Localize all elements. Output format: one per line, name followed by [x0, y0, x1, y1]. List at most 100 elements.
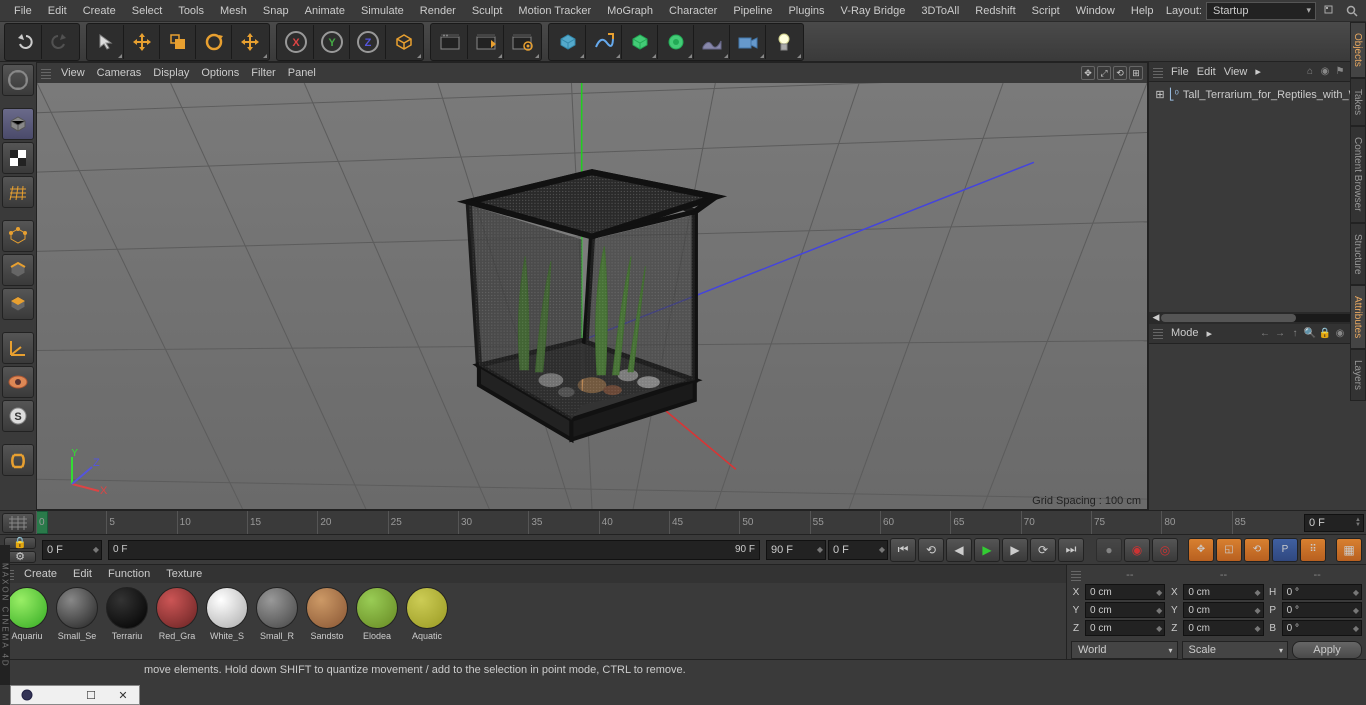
goto-prevkey-button[interactable]: ⟲: [918, 538, 944, 562]
material-item[interactable]: Elodea: [354, 587, 400, 655]
coord-size-field[interactable]: 0 cm◆: [1183, 602, 1263, 618]
mat-texture-menu[interactable]: Texture: [160, 568, 208, 580]
add-deformer-button[interactable]: [658, 25, 694, 59]
material-item[interactable]: Aquatic: [404, 587, 450, 655]
timeline-ruler[interactable]: 051015202530354045505560657075808590 0 F…: [0, 510, 1366, 534]
live-select-tool[interactable]: [88, 25, 124, 59]
menu-render[interactable]: Render: [412, 5, 464, 17]
menu-simulate[interactable]: Simulate: [353, 5, 412, 17]
menu-dtoall[interactable]: 3DToAll: [913, 5, 967, 17]
coord-size-field[interactable]: 0 cm◆: [1183, 620, 1263, 636]
menu-edit[interactable]: Edit: [40, 5, 75, 17]
z-axis-lock[interactable]: Z: [350, 25, 386, 59]
record-button[interactable]: ●: [1096, 538, 1122, 562]
render-view-button[interactable]: [432, 25, 468, 59]
side-tab-takes[interactable]: Takes: [1350, 78, 1366, 126]
points-mode-button[interactable]: [2, 220, 34, 252]
side-tab-layers[interactable]: Layers: [1350, 349, 1366, 401]
snap-button[interactable]: S: [2, 400, 34, 432]
menu-help[interactable]: Help: [1123, 5, 1162, 17]
material-item[interactable]: Red_Gra: [154, 587, 200, 655]
redo-button[interactable]: [42, 25, 78, 59]
expand-icon[interactable]: ⊞: [1155, 88, 1165, 101]
range-start-field[interactable]: 0 F◆: [42, 540, 102, 560]
key-rot-button[interactable]: ⟲: [1244, 538, 1270, 562]
menu-mesh[interactable]: Mesh: [212, 5, 255, 17]
objects-more-icon[interactable]: ▸: [1255, 65, 1261, 78]
model-mode-button[interactable]: [2, 108, 34, 140]
menu-window[interactable]: Window: [1068, 5, 1123, 17]
side-tab-content-browser[interactable]: Content Browser: [1350, 126, 1366, 222]
mat-edit-menu[interactable]: Edit: [67, 568, 98, 580]
vp-nav-zoom-icon[interactable]: ⤢: [1097, 66, 1111, 80]
material-item[interactable]: Small_R: [254, 587, 300, 655]
viewport-canvas[interactable]: Y X Z Grid Spacing : 100 cm: [37, 83, 1147, 509]
grip-icon[interactable]: [41, 67, 51, 79]
menu-snap[interactable]: Snap: [255, 5, 297, 17]
add-camera-button[interactable]: [730, 25, 766, 59]
coord-pos-field[interactable]: 0 cm◆: [1085, 620, 1165, 636]
side-tab-objects[interactable]: Objects: [1350, 22, 1366, 78]
material-item[interactable]: Terrariu: [104, 587, 150, 655]
menu-sculpt[interactable]: Sculpt: [464, 5, 511, 17]
vp-menu-options[interactable]: Options: [195, 67, 245, 79]
menu-vraybridge[interactable]: V-Ray Bridge: [833, 5, 914, 17]
menu-pipeline[interactable]: Pipeline: [725, 5, 780, 17]
locked-workplane-button[interactable]: [2, 444, 34, 476]
viewport-solo-button[interactable]: [2, 366, 34, 398]
add-generator-button[interactable]: [622, 25, 658, 59]
close-icon[interactable]: ✕: [107, 686, 139, 704]
objects-scrollbar[interactable]: ◀▶: [1149, 312, 1366, 324]
content-search-icon[interactable]: [1322, 3, 1338, 19]
menu-select[interactable]: Select: [124, 5, 171, 17]
side-tab-structure[interactable]: Structure: [1350, 223, 1366, 286]
menu-script[interactable]: Script: [1024, 5, 1068, 17]
object-tree-item[interactable]: ⊞ ⎣⁰ Tall_Terrarium_for_Reptiles_with_W: [1153, 86, 1362, 103]
attr-lock-icon[interactable]: 🔒: [1318, 326, 1332, 340]
goto-frame-field[interactable]: 0 F◆: [828, 540, 888, 560]
y-axis-lock[interactable]: Y: [314, 25, 350, 59]
goto-end-button[interactable]: ⏭: [1058, 538, 1084, 562]
attr-nav-back-icon[interactable]: ←: [1258, 326, 1272, 340]
grip-icon[interactable]: [1153, 327, 1163, 339]
material-item[interactable]: Small_Se: [54, 587, 100, 655]
undo-button[interactable]: [6, 25, 42, 59]
add-environment-button[interactable]: [694, 25, 730, 59]
apply-button[interactable]: Apply: [1292, 641, 1362, 659]
material-item[interactable]: Aquariu: [4, 587, 50, 655]
attr-nav-up-icon[interactable]: ↑: [1288, 326, 1302, 340]
make-editable-button[interactable]: [2, 64, 34, 96]
coord-space-dropdown[interactable]: World: [1071, 641, 1178, 659]
obj-icon-1[interactable]: ⌂: [1303, 65, 1317, 79]
rotate-tool[interactable]: [196, 25, 232, 59]
range-slider[interactable]: 0 F 90 F: [108, 540, 760, 560]
obj-icon-3[interactable]: ⚑: [1333, 65, 1347, 79]
menu-animate[interactable]: Animate: [297, 5, 353, 17]
goto-nextkey-button[interactable]: ⟳: [1030, 538, 1056, 562]
add-primitive-button[interactable]: [550, 25, 586, 59]
attr-search-icon[interactable]: 🔍: [1303, 326, 1317, 340]
grip-icon[interactable]: [1071, 569, 1081, 581]
next-frame-button[interactable]: ▶: [1002, 538, 1028, 562]
vp-menu-filter[interactable]: Filter: [245, 67, 281, 79]
attrs-mode-menu[interactable]: Mode: [1171, 327, 1199, 339]
keyframe-sel-button[interactable]: ◎: [1152, 538, 1178, 562]
timeline-dope-button[interactable]: ▦: [1336, 538, 1362, 562]
render-settings-button[interactable]: [504, 25, 540, 59]
polygons-mode-button[interactable]: [2, 288, 34, 320]
key-pos-button[interactable]: ✥: [1188, 538, 1214, 562]
prev-frame-button[interactable]: ◀: [946, 538, 972, 562]
scale-tool[interactable]: [160, 25, 196, 59]
menu-plugins[interactable]: Plugins: [780, 5, 832, 17]
objects-edit-menu[interactable]: Edit: [1197, 66, 1216, 78]
range-end-field[interactable]: 90 F◆: [766, 540, 826, 560]
objects-file-menu[interactable]: File: [1171, 66, 1189, 78]
vp-menu-cameras[interactable]: Cameras: [91, 67, 148, 79]
menu-motiontracker[interactable]: Motion Tracker: [510, 5, 599, 17]
autokey-button[interactable]: ◉: [1124, 538, 1150, 562]
vp-menu-display[interactable]: Display: [147, 67, 195, 79]
menu-tools[interactable]: Tools: [170, 5, 212, 17]
vp-menu-view[interactable]: View: [55, 67, 91, 79]
app-icon[interactable]: [11, 686, 43, 704]
move-tool[interactable]: [124, 25, 160, 59]
